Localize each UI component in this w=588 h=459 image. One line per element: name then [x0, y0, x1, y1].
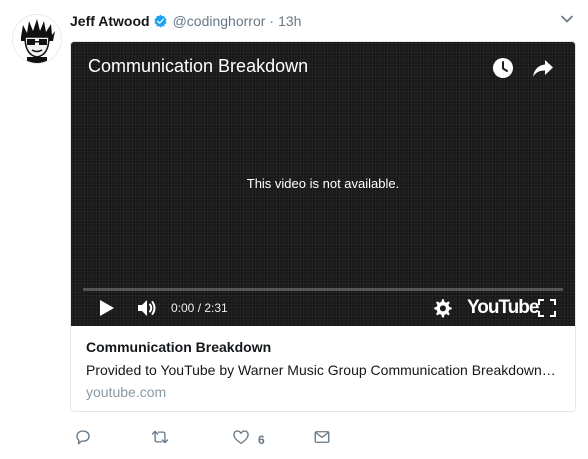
video-unavailable-message: This video is not available.	[246, 176, 400, 191]
retweet-icon	[150, 428, 170, 451]
youtube-logo[interactable]: YouTube	[467, 297, 539, 319]
author-name[interactable]: Jeff Atwood	[70, 13, 150, 29]
direct-message-button[interactable]	[313, 428, 331, 451]
retweet-button[interactable]	[150, 428, 170, 451]
like-count: 6	[258, 432, 265, 447]
video-title[interactable]: Communication Breakdown	[88, 56, 308, 77]
separator-dot: ·	[269, 13, 275, 29]
reply-icon	[74, 428, 92, 451]
tweet: Jeff Atwood @codinghorror · 13h Communic…	[0, 0, 588, 459]
card-info[interactable]: Communication Breakdown Provided to YouT…	[71, 326, 575, 411]
progress-bar[interactable]	[83, 288, 563, 291]
fullscreen-icon[interactable]	[537, 296, 557, 320]
envelope-icon	[313, 428, 331, 451]
video-player[interactable]: Communication Breakdown This video is no…	[71, 42, 575, 326]
chevron-down-icon[interactable]	[560, 12, 574, 26]
card-title[interactable]: Communication Breakdown	[86, 339, 271, 355]
share-icon[interactable]	[531, 56, 555, 80]
verified-badge-icon	[153, 14, 168, 29]
volume-icon[interactable]	[135, 296, 159, 320]
card-description: Provided to YouTube by Warner Music Grou…	[86, 362, 556, 378]
watch-later-icon[interactable]	[491, 56, 515, 80]
card-domain: youtube.com	[86, 384, 167, 400]
video-timecode: 0:00 / 2:31	[171, 301, 228, 315]
heart-icon	[232, 428, 250, 451]
tweet-header: Jeff Atwood @codinghorror · 13h	[70, 11, 301, 31]
reply-button[interactable]	[74, 428, 92, 451]
play-icon[interactable]	[97, 296, 117, 320]
tweet-actions: 6	[70, 428, 370, 448]
timestamp[interactable]: 13h	[278, 13, 301, 29]
avatar[interactable]	[12, 14, 62, 64]
like-button[interactable]: 6	[232, 428, 265, 451]
link-card[interactable]: Communication Breakdown This video is no…	[70, 41, 576, 412]
settings-gear-icon[interactable]	[431, 296, 453, 320]
author-handle[interactable]: @codinghorror	[173, 13, 266, 29]
